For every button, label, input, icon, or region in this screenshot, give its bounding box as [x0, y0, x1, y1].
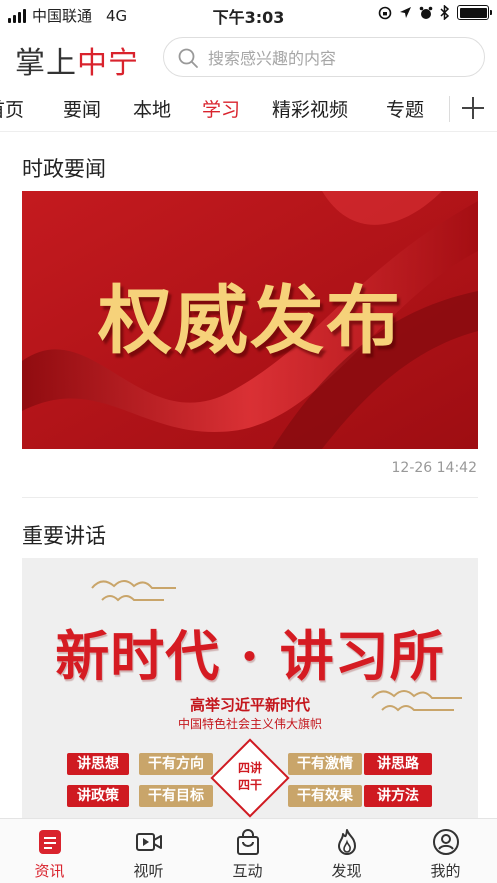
logo-part1: 掌上 [15, 46, 77, 81]
chip: 讲思路 [364, 753, 432, 775]
app-header: 掌上中宁 [0, 30, 497, 84]
nav-label: 我的 [430, 862, 461, 880]
chip: 干有方向 [139, 753, 213, 775]
nav-news[interactable]: 资讯 [0, 819, 99, 883]
banner-headline: 权威发布 [98, 278, 402, 364]
news-timestamp: 12-26 14:42 [391, 460, 477, 476]
banner-subtitle: 高举习近平新时代 [189, 696, 310, 714]
chip: 干有激情 [288, 753, 362, 775]
chip: 讲政策 [67, 785, 129, 807]
tab-topics[interactable]: 专题 [386, 95, 424, 122]
tab-strip[interactable]: 首页 要闻 本地 学习 精彩视频 专题 [0, 86, 447, 132]
bottom-nav: 资讯 视听 互动 发现 我的 [0, 818, 497, 883]
app-logo: 掌上中宁 [15, 38, 139, 82]
nav-discover[interactable]: 发现 [297, 819, 396, 883]
nav-label: 资讯 [34, 862, 65, 880]
badge-text: 四讲 四干 [222, 760, 278, 794]
tab-videos[interactable]: 精彩视频 [272, 95, 348, 122]
logo-part2: 中宁 [77, 46, 139, 81]
section-divider [22, 497, 478, 498]
banner-headline: 新时代 · 讲习所 [55, 624, 445, 688]
battery-icon [457, 5, 492, 20]
status-bar: 中国联通 4G 下午3:03 [0, 0, 497, 28]
bluetooth-icon [440, 5, 450, 20]
video-icon [136, 833, 162, 851]
chip: 干有目标 [139, 785, 213, 807]
content-feed[interactable]: 时政要闻 权威发布 12-26 14:42 重要讲话 新时代 · 讲习所 高举习… [0, 133, 497, 818]
chip: 干有效果 [288, 785, 362, 807]
news-banner-image[interactable]: 权威发布 [22, 191, 478, 449]
chip: 讲思想 [67, 753, 129, 775]
news-icon [39, 830, 61, 854]
status-right [378, 5, 492, 20]
tab-local[interactable]: 本地 [133, 95, 171, 122]
section-title: 时政要闻 [22, 157, 106, 181]
location-icon [400, 7, 411, 18]
channel-tabs: 首页 要闻 本地 学习 精彩视频 专题 [0, 86, 497, 132]
tab-divider [449, 96, 450, 122]
search-icon [178, 48, 198, 68]
tab-study[interactable]: 学习 [202, 95, 240, 122]
flame-icon [338, 829, 356, 855]
alarm-icon [419, 6, 433, 19]
profile-icon [433, 829, 459, 855]
banner-subtitle-2: 中国特色社会主义伟大旗帜 [177, 717, 322, 731]
lock-rotation-icon [378, 6, 392, 19]
nav-profile[interactable]: 我的 [396, 819, 495, 883]
nav-interact[interactable]: 互动 [198, 819, 297, 883]
speech-banner-image[interactable]: 新时代 · 讲习所 高举习近平新时代 中国特色社会主义伟大旗帜 讲思想 干有方向… [22, 558, 478, 818]
badge-line-2: 四干 [237, 778, 262, 792]
nav-label: 互动 [232, 862, 263, 880]
nav-video[interactable]: 视听 [99, 819, 198, 883]
nav-label: 发现 [331, 862, 362, 880]
search-input[interactable] [208, 44, 468, 72]
plus-icon[interactable] [458, 93, 488, 123]
battery-fill [459, 7, 487, 18]
nav-label: 视听 [133, 862, 164, 880]
chip: 讲方法 [364, 785, 432, 807]
tab-news[interactable]: 要闻 [63, 95, 101, 122]
badge-line-1: 四讲 [237, 761, 262, 775]
shopping-bag-icon [237, 829, 259, 855]
tab-home[interactable]: 首页 [0, 95, 24, 122]
search-bar[interactable] [163, 37, 485, 77]
section-title: 重要讲话 [22, 524, 106, 548]
